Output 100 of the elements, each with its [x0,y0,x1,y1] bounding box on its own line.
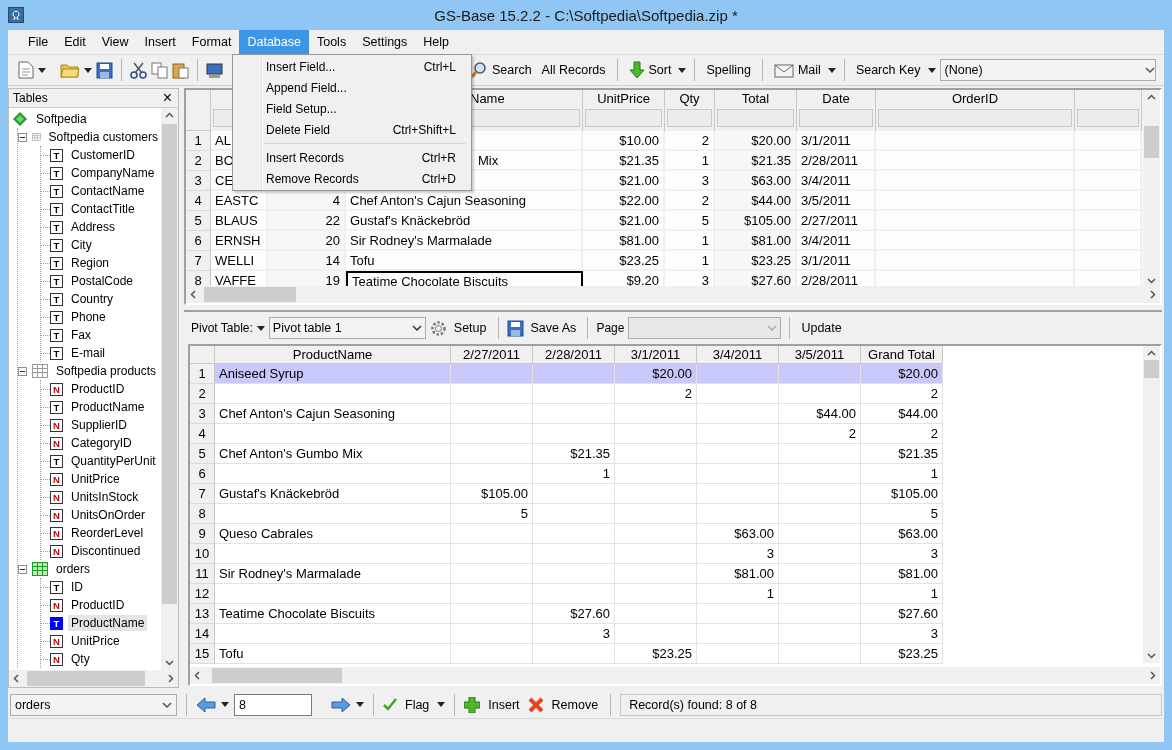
scrollbar-thumb[interactable] [1144,360,1159,378]
field-item[interactable]: Qty [68,651,93,667]
collapse-icon[interactable] [18,132,27,142]
right-arrow-icon[interactable] [331,696,351,713]
field-item[interactable]: ProductName [68,615,148,631]
filter-field[interactable] [878,109,1072,127]
table-combo[interactable]: orders [10,693,177,716]
dropdown-caret-icon[interactable] [84,67,92,73]
field-item[interactable]: Address [68,219,119,235]
record-field[interactable]: 8 [234,693,312,716]
menu-item[interactable]: View [93,30,137,54]
field-item[interactable]: ProductName [68,399,148,415]
close-button[interactable]: × [162,91,172,105]
field-item[interactable]: ContactName [68,183,148,199]
column-header[interactable]: Qty [665,90,715,131]
field-item[interactable]: SupplierID [68,417,131,433]
menu-item[interactable]: Edit [56,30,94,54]
toolbar-button[interactable]: Mail [770,60,824,80]
dropdown-caret-icon[interactable] [678,67,687,73]
insert-button[interactable]: Insert [485,695,523,714]
table-item[interactable]: Softpedia products [53,363,160,379]
scroll-right-icon[interactable] [168,674,174,683]
horizontal-scrollbar[interactable] [9,670,178,687]
scroll-right-icon[interactable] [1150,290,1156,299]
dropdown-caret-icon[interactable] [437,702,446,707]
field-item[interactable]: ContactTitle [68,201,138,217]
filter-field[interactable] [717,109,794,127]
scroll-left-icon[interactable] [194,671,200,680]
menu-item[interactable]: Field Setup... [234,98,470,119]
scrollbar-thumb[interactable] [212,668,342,683]
scroll-down-icon[interactable] [165,660,174,666]
toolbar-button[interactable]: Spelling [703,61,754,79]
column-header[interactable]: 2/27/2011 [451,346,533,364]
filter-field[interactable] [667,109,712,127]
update-button[interactable]: Update [798,319,845,337]
left-arrow-icon[interactable] [196,696,216,713]
column-header[interactable]: 3/5/2011 [779,346,861,364]
scissors-icon[interactable] [130,61,147,79]
field-item[interactable]: ReorderLevel [68,525,147,541]
field-item[interactable]: CustomerID [68,147,138,163]
scroll-down-icon[interactable] [1147,278,1156,284]
menu-item[interactable]: Tools [308,30,355,54]
column-header[interactable]: 2/28/2011 [533,346,615,364]
column-header[interactable]: ProductName [215,346,451,364]
toolbar-button[interactable]: Search [467,59,535,81]
field-item[interactable]: UnitsOnOrder [68,507,149,523]
field-item[interactable]: ProductID [68,597,128,613]
horizontal-scrollbar[interactable] [186,286,1160,303]
scrollbar-thumb[interactable] [204,287,296,302]
scrollbar-thumb[interactable] [27,671,145,686]
remove-button[interactable]: Remove [548,695,602,714]
field-item[interactable]: ID [68,579,86,595]
menu-item[interactable]: Append Field... [234,77,470,98]
dropdown-caret-icon[interactable] [38,67,46,73]
menu-item[interactable]: Format [183,30,240,54]
column-header[interactable]: 3/1/2011 [615,346,697,364]
field-item[interactable]: UnitPrice [68,471,123,487]
column-header[interactable]: Grand Total [861,346,943,364]
field-item[interactable]: Region [68,255,113,271]
filter-field[interactable] [585,109,662,127]
scroll-up-icon[interactable] [1147,94,1156,100]
field-item[interactable]: Fax [68,327,94,343]
vertical-scrollbar[interactable] [1143,90,1160,288]
column-header[interactable]: UnitPrice [583,90,665,131]
column-header[interactable]: 3/4/2011 [697,346,779,364]
scroll-down-icon[interactable] [1147,653,1156,659]
column-header[interactable]: OrderID [876,90,1075,131]
paste-icon[interactable] [172,61,189,79]
scrollbar-thumb[interactable] [162,124,177,604]
filter-field[interactable] [799,109,873,127]
toolbar-button[interactable]: Sort [625,59,675,81]
vertical-scrollbar[interactable] [1143,346,1160,663]
field-item[interactable]: CategoryID [68,435,135,451]
setup-button[interactable]: Setup [450,319,490,337]
table-item[interactable]: orders [53,561,93,577]
monitor-icon[interactable] [206,61,223,79]
field-item[interactable]: City [68,237,95,253]
column-header[interactable]: Date [797,90,876,131]
column-header[interactable]: Total [715,90,797,131]
scroll-up-icon[interactable] [165,112,174,118]
collapse-icon[interactable] [18,564,27,574]
collapse-icon[interactable] [18,366,27,376]
menu-item[interactable]: Insert Field... Ctrl+L [234,56,470,77]
dropdown-caret-icon[interactable] [827,67,836,73]
app-icon[interactable] [8,7,24,23]
field-item[interactable]: E-mail [68,345,108,361]
field-item[interactable]: QuantityPerUnit [68,453,159,469]
vertical-scrollbar[interactable] [161,108,178,670]
dropdown-caret-icon[interactable] [221,702,229,707]
flag-button[interactable]: Flag [402,695,433,714]
pivot-table-combo[interactable]: Pivot table 1 [268,317,426,339]
field-item[interactable]: UnitsInStock [68,489,142,505]
menu-item[interactable]: Help [415,30,458,54]
menu-item[interactable]: Insert [136,30,184,54]
menu-item[interactable]: File [20,30,57,54]
scrollbar-thumb[interactable] [1144,126,1159,158]
tree-root-item[interactable]: Softpedia [33,111,90,127]
scroll-left-icon[interactable] [13,674,19,683]
save-as-button[interactable]: Save As [527,319,580,337]
field-item[interactable]: PostalCode [68,273,137,289]
